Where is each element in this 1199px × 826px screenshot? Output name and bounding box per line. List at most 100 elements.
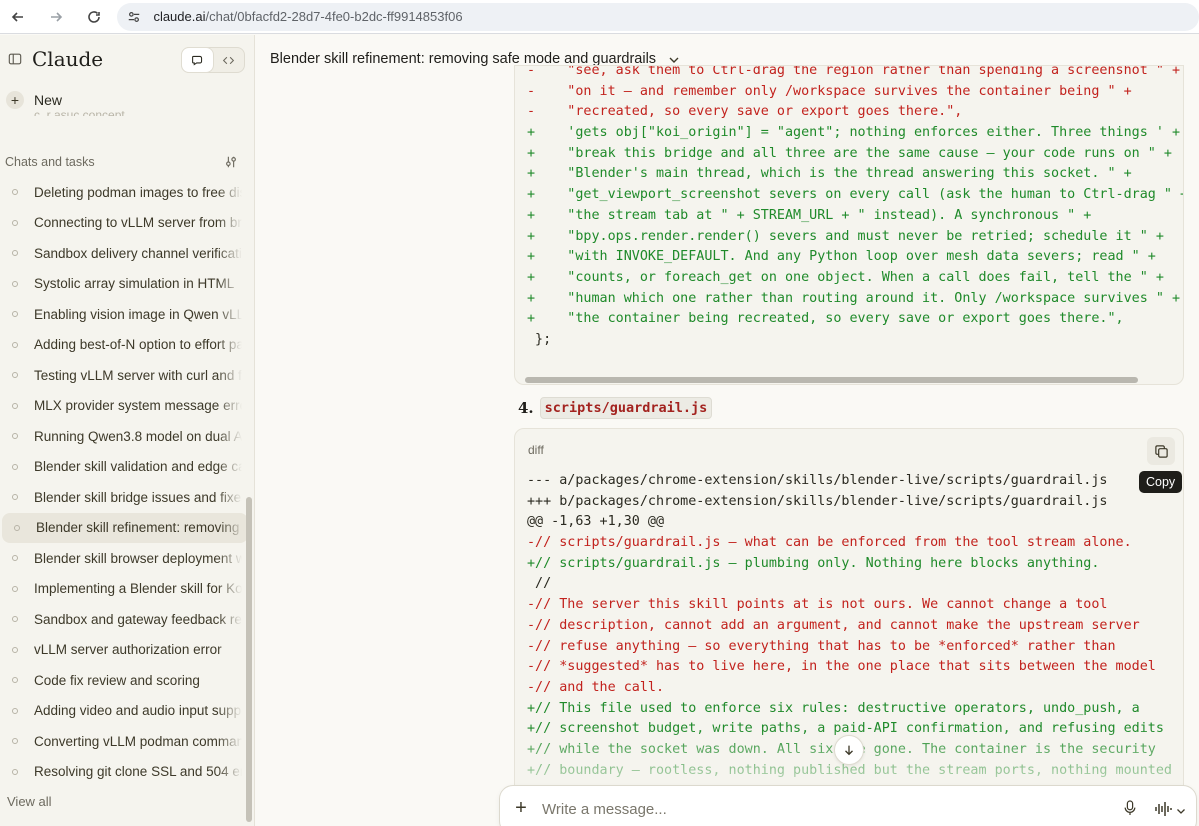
diff-line: -// description, cannot add an argument,… — [527, 617, 1140, 633]
sidebar-chat-item[interactable]: Blender skill refinement: removing safe … — [2, 512, 248, 543]
view-all-link[interactable]: View all — [7, 794, 52, 809]
copy-icon[interactable] — [1147, 437, 1175, 465]
arrow-down-icon — [845, 745, 853, 756]
sidebar-chat-item[interactable]: Converting vLLM podman command — [0, 726, 248, 757]
chat-item-label: Converting vLLM podman command — [34, 733, 242, 749]
sidebar-chat-item[interactable]: Running Qwen3.8 model on dual AMD — [0, 421, 248, 452]
heading-file-path: scripts/guardrail.js — [539, 397, 713, 419]
code-mode-icon[interactable] — [213, 48, 244, 72]
scroll-to-bottom-button[interactable] — [834, 735, 864, 765]
chevron-down-icon[interactable] — [1176, 803, 1186, 814]
plus-icon: + — [6, 91, 24, 109]
heading-number: 4. — [518, 399, 534, 417]
circle-icon — [12, 463, 18, 470]
sidebar-chat-item[interactable]: Sandbox and gateway feedback review — [0, 604, 248, 635]
chat-item-label: Blender skill validation and edge cases — [34, 459, 242, 475]
sidebar-chat-item[interactable]: Blender skill validation and edge cases — [0, 452, 248, 483]
add-attachment-icon[interactable]: + — [512, 798, 530, 818]
circle-icon — [12, 250, 18, 257]
site-settings-icon[interactable] — [125, 8, 143, 26]
circle-icon — [12, 189, 18, 196]
sidebar-header: Claude — [0, 35, 255, 85]
circle-icon — [12, 494, 18, 501]
chat-item-label: Code fix review and scoring — [34, 672, 200, 688]
sidebar-chat-item[interactable]: Systolic array simulation in HTML — [0, 269, 248, 300]
chat-item-label: Deleting podman images to free disk spac… — [34, 184, 242, 200]
diff-line: + "the container being recreated, so eve… — [527, 311, 1124, 327]
diff-line: + 'gets obj["koi_origin"] = "agent"; not… — [527, 125, 1181, 141]
circle-icon — [12, 341, 18, 348]
sidebar-chat-item[interactable]: vLLM server authorization error — [0, 635, 248, 666]
diff-line: + "Blender's main thread, which is the t… — [527, 166, 1132, 182]
url-text: claude.ai/chat/0bfacfd2-28d7-4fe0-b2dc-f… — [153, 9, 463, 24]
diff-line: + "with INVOKE_DEFAULT. And any Python l… — [527, 249, 1156, 265]
diff-line: + "counts, or foreach_get on one object.… — [527, 269, 1164, 285]
chat-item-label: Enabling vision image in Qwen vLLM — [34, 306, 242, 322]
chat-list: Deleting podman images to free disk spac… — [0, 177, 248, 787]
section-heading: Chats and tasks — [5, 155, 95, 169]
sidebar-toggle-icon[interactable] — [8, 52, 24, 68]
voice-mode-icon[interactable] — [1154, 800, 1172, 818]
filter-icon[interactable] — [224, 155, 238, 169]
circle-icon — [14, 524, 20, 531]
sidebar-chat-item[interactable]: Connecting to vLLM server from browser — [0, 208, 248, 239]
sidebar-chat-item[interactable]: Blender skill bridge issues and fixes — [0, 482, 248, 513]
diff-line: - "see, ask them to Ctrl-drag the region… — [527, 65, 1181, 78]
diff-line: -// and the call. — [527, 679, 665, 695]
sidebar-chat-item[interactable]: Code fix review and scoring — [0, 665, 248, 696]
forward-arrow-icon[interactable] — [44, 5, 68, 29]
diff-line: + "get_viewport_screenshot severs on eve… — [527, 187, 1184, 203]
new-chat-label: New — [34, 92, 63, 108]
sidebar-chat-item[interactable]: Deleting podman images to free disk spac… — [0, 177, 248, 208]
sidebar-chat-item[interactable]: Enabling vision image in Qwen vLLM — [0, 299, 248, 330]
chat-item-label: Testing vLLM server with curl and fetch — [34, 367, 242, 383]
circle-icon — [12, 219, 18, 226]
sidebar-chat-item[interactable]: Sandbox delivery channel verification — [0, 238, 248, 269]
sidebar-chat-item[interactable]: Implementing a Blender skill for Koi — [0, 574, 248, 605]
horizontal-scrollbar[interactable] — [525, 377, 1138, 383]
sidebar-chat-item[interactable]: Resolving git clone SSL and 504 errors — [0, 757, 248, 788]
circle-icon — [12, 402, 18, 409]
browser-toolbar: claude.ai/chat/0bfacfd2-28d7-4fe0-b2dc-f… — [0, 0, 1199, 34]
sidebar-chat-item[interactable]: Adding video and audio input support — [0, 696, 248, 727]
diff-line: -// *suggested* has to live here, in the… — [527, 659, 1156, 675]
chat-item-label: MLX provider system message error — [34, 398, 242, 414]
code-block-previous: - "see, ask them to Ctrl-drag the region… — [514, 65, 1184, 385]
message-input[interactable] — [542, 798, 1102, 820]
address-bar[interactable]: claude.ai/chat/0bfacfd2-28d7-4fe0-b2dc-f… — [117, 2, 1199, 31]
back-arrow-icon[interactable] — [6, 5, 30, 29]
claude-logo[interactable]: Claude — [32, 47, 103, 71]
sidebar-chat-item[interactable]: MLX provider system message error — [0, 391, 248, 422]
sidebar-chat-item[interactable]: Testing vLLM server with curl and fetch — [0, 360, 248, 391]
diff-code: - "see, ask them to Ctrl-drag the region… — [527, 65, 1184, 351]
chat-item-label: Blender skill browser deployment workflo… — [34, 550, 242, 566]
section-heading-guardrail: 4. scripts/guardrail.js — [518, 397, 713, 419]
circle-icon — [12, 433, 18, 440]
chat-item-label: Adding video and audio input support — [34, 703, 242, 719]
sidebar-chat-item[interactable]: Adding best-of-N option to effort param — [0, 330, 248, 361]
sidebar-chat-item[interactable]: Blender skill browser deployment workflo… — [0, 543, 248, 574]
circle-icon — [12, 646, 18, 653]
partially-hidden-item: c. r asuc concept — [34, 108, 125, 116]
chat-item-label: Resolving git clone SSL and 504 errors — [34, 764, 242, 780]
circle-icon — [12, 372, 18, 379]
chat-item-label: Blender skill refinement: removing safe … — [36, 520, 244, 536]
chevron-down-icon — [668, 53, 680, 65]
chat-item-label: Implementing a Blender skill for Koi — [34, 581, 242, 597]
chat-item-label: Connecting to vLLM server from browser — [34, 215, 242, 231]
circle-icon — [12, 707, 18, 714]
sidebar-scrollbar[interactable] — [246, 497, 252, 822]
reload-icon[interactable] — [82, 5, 106, 29]
new-chat-button[interactable]: + New — [6, 91, 62, 109]
chat-item-label: Systolic array simulation in HTML — [34, 276, 235, 292]
diff-line: + "the stream tab at " + STREAM_URL + " … — [527, 207, 1092, 223]
microphone-icon[interactable] — [1123, 800, 1139, 818]
circle-icon — [12, 555, 18, 562]
circle-icon — [12, 768, 18, 775]
circle-icon — [12, 585, 18, 592]
diff-line: @@ -1,63 +1,30 @@ — [527, 514, 665, 530]
chat-mode-icon[interactable] — [182, 48, 213, 72]
chat-item-label: Running Qwen3.8 model on dual AMD — [34, 428, 242, 444]
diff-line: }; — [527, 331, 552, 347]
chat-item-label: Adding best-of-N option to effort param — [34, 337, 242, 353]
